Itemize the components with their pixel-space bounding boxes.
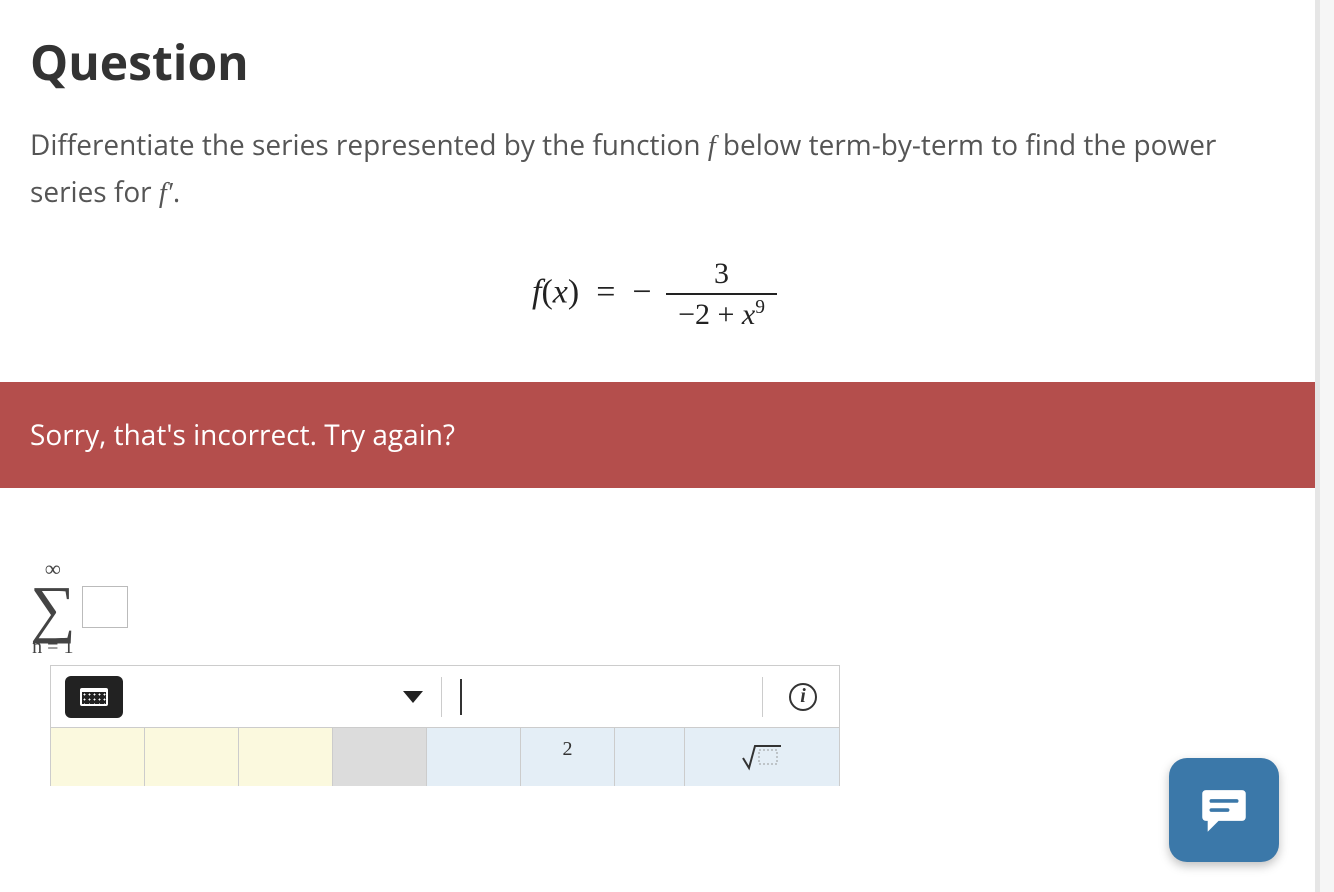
keypad-key[interactable] (333, 728, 427, 786)
keypad-key[interactable] (145, 728, 239, 786)
keypad-dropdown-button[interactable] (403, 691, 423, 703)
question-prompt: Differentiate the series represented by … (30, 123, 1285, 217)
answer-input-box[interactable] (82, 586, 128, 628)
keypad-key-super2[interactable]: 2 (521, 728, 615, 786)
chat-icon (1195, 781, 1253, 839)
prompt-text-1: Differentiate the series represented by … (30, 126, 708, 164)
sigma-lower-bound: n = 1 (32, 637, 73, 657)
formula-numerator: 3 (666, 257, 777, 295)
toolbar-divider-2 (762, 677, 763, 717)
formula-exponent: 9 (755, 297, 765, 318)
formula-fraction: 3 −2 + x9 (666, 257, 777, 332)
math-f-symbol: f (708, 131, 716, 162)
keyboard-icon (80, 688, 108, 706)
keyboard-toggle-button[interactable] (65, 676, 123, 718)
prompt-text-3: . (173, 173, 180, 211)
info-icon[interactable]: i (789, 683, 817, 711)
math-input-toolbar: i (51, 666, 839, 728)
vertical-scrollbar[interactable] (1320, 0, 1334, 892)
question-heading: Question (30, 30, 1285, 95)
keypad-key-sqrt[interactable] (685, 728, 839, 786)
feedback-banner: Sorry, that's incorrect. Try again? (0, 382, 1315, 488)
keypad-key-super2-label: 2 (563, 738, 573, 761)
keypad-key[interactable] (427, 728, 521, 786)
question-block: Question Differentiate the series repres… (0, 0, 1315, 332)
toolbar-divider (441, 677, 442, 717)
keypad-key[interactable] (615, 728, 685, 786)
formula-display: f(x) = − 3 −2 + x9 (30, 257, 1285, 332)
keypad-key[interactable] (239, 728, 333, 786)
formula-denominator: −2 + x9 (666, 295, 777, 332)
math-fprime-symbol: f′ (159, 178, 173, 209)
keypad-key[interactable] (51, 728, 145, 786)
page: Question Differentiate the series repres… (0, 0, 1320, 892)
text-cursor[interactable] (460, 679, 462, 715)
sigma-symbol: ∑ (30, 580, 76, 638)
sigma-expression[interactable]: ∞ ∑ n = 1 (30, 558, 128, 658)
formula-lhs: f (532, 273, 541, 310)
keypad-row: 2 (51, 728, 839, 786)
sqrt-icon (741, 742, 783, 772)
sigma-stack: ∞ ∑ n = 1 (30, 558, 76, 658)
chat-button[interactable] (1169, 758, 1279, 862)
math-input-panel: i 2 (50, 665, 840, 786)
answer-area: ∞ ∑ n = 1 i (0, 488, 1315, 787)
